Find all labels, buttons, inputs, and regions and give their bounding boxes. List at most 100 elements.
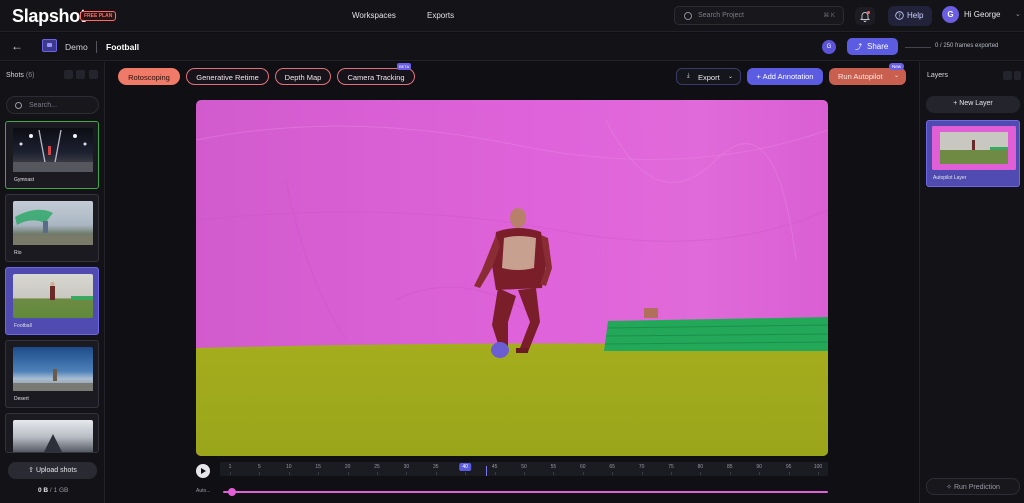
frame-tick: [347, 472, 349, 475]
nav-workspaces[interactable]: Workspaces: [352, 11, 396, 20]
search-placeholder: Search Project: [698, 12, 744, 19]
shot-item-rio[interactable]: Rio: [5, 194, 99, 262]
frame-tick-label: 85: [727, 464, 733, 470]
avatar: G: [942, 6, 959, 23]
frame-tick-label: 45: [491, 464, 498, 470]
play-button[interactable]: [196, 464, 210, 478]
frame-tick-label: 5: [258, 464, 261, 470]
frame-tick: [671, 472, 672, 475]
frame-tick: [788, 472, 790, 475]
frame-tick: [377, 472, 378, 475]
chevron-down-icon: ⌄: [1015, 11, 1021, 18]
football-scene: [50, 282, 93, 300]
new-badge: New: [889, 63, 905, 70]
upload-icon: ⇪: [28, 467, 35, 474]
frame-tick-label: 95: [785, 464, 792, 470]
shot-thumbnail: [13, 128, 93, 172]
track-label: Auto...: [196, 488, 211, 494]
help-label: Help: [907, 11, 924, 20]
frame-tick: [641, 472, 643, 475]
tab-depth-map[interactable]: Depth Map: [275, 68, 331, 85]
search-icon: [684, 12, 692, 20]
frame-tick: [230, 472, 231, 475]
shots-search-input[interactable]: Search...: [6, 96, 99, 114]
rio-scene: [13, 209, 93, 245]
breadcrumb-project[interactable]: Demo: [65, 42, 88, 52]
frame-tick: [259, 472, 261, 475]
layers-title: Layers: [927, 72, 949, 79]
help-button[interactable]: ? Help: [888, 6, 932, 26]
plan-badge: FREE PLAN: [80, 11, 117, 21]
frame-tick: [318, 472, 320, 475]
notifications-button[interactable]: [855, 7, 875, 25]
tab-camera-tracking[interactable]: Camera Tracking: [337, 68, 415, 85]
track-handle[interactable]: [228, 488, 236, 496]
storage-total: / 1 GB: [48, 487, 69, 494]
grid-view-icon[interactable]: [76, 70, 85, 79]
sparkle-icon: ✧: [946, 484, 952, 491]
frame-tick-label: 15: [315, 464, 321, 470]
shot-item-desert[interactable]: Desert: [5, 340, 99, 408]
tab-rotoscoping[interactable]: Rotoscoping: [118, 68, 180, 85]
nav-exports[interactable]: Exports: [427, 11, 454, 20]
shot-item-football[interactable]: Football: [5, 267, 99, 335]
folder-icon: [42, 39, 57, 52]
share-label: Share: [867, 42, 889, 51]
layers-panel: Layers + New Layer Autopilot Layer ✧ Run…: [919, 62, 1024, 503]
grid-view-icon[interactable]: [1014, 71, 1021, 80]
bell-icon: [859, 12, 871, 23]
back-arrow-icon[interactable]: ←: [11, 39, 23, 53]
video-viewer[interactable]: [196, 100, 828, 456]
shot-thumbnail: [13, 347, 93, 391]
list-view-icon[interactable]: [1003, 71, 1012, 80]
frame-tick-label: 10: [286, 464, 292, 470]
frame-tick-label: 55: [550, 464, 557, 470]
frame-tick: [465, 472, 467, 475]
project-bar: ← Demo Football G ⤴ Share 0 / 250 frames…: [0, 33, 1024, 61]
upload-label: Upload shots: [35, 467, 77, 474]
storage-used: 0 B: [38, 487, 49, 494]
layer-item[interactable]: Autopilot Layer: [926, 120, 1020, 187]
new-layer-button[interactable]: + New Layer: [926, 96, 1020, 113]
frame-tick-label: 40: [459, 463, 471, 471]
beta-badge: BETA: [397, 63, 412, 70]
chevron-down-icon: ⌄: [727, 74, 733, 80]
export-button[interactable]: ⤓ Export ⌄: [676, 68, 741, 85]
frame-tick-label: 1: [228, 464, 232, 470]
frames-exported: 0 / 250 frames exported: [935, 43, 999, 49]
layer-preview: [932, 126, 1016, 170]
shot-label: Rio: [14, 250, 22, 256]
app-logo[interactable]: Slapshot: [12, 6, 86, 27]
run-autopilot-button[interactable]: Run Autopilot ⌄: [829, 68, 906, 85]
add-annotation-button[interactable]: + Add Annotation: [747, 68, 823, 85]
frame-ruler[interactable]: 1 5 10 15 20 25 30 35 40 45 50 55 60 65 70 75 80 85 90 95 10…: [220, 462, 828, 476]
collaborator-avatar: G: [822, 40, 836, 54]
shot-item-gymnast[interactable]: Gymnast: [5, 121, 99, 189]
frame-tick: [612, 472, 614, 475]
tab-generative-retime[interactable]: Generative Retime: [186, 68, 269, 85]
search-input[interactable]: Search Project ⌘ K: [674, 6, 844, 25]
frame-tick-label: 60: [580, 464, 586, 470]
search-shortcut: ⌘ K: [823, 13, 835, 19]
help-icon: ?: [895, 11, 904, 20]
upload-shots-button[interactable]: ⇪ Upload shots: [8, 462, 97, 479]
list-view-icon[interactable]: [64, 70, 73, 79]
run-prediction-button[interactable]: ✧ Run Prediction: [926, 478, 1020, 495]
share-button[interactable]: ⤴ Share: [847, 38, 898, 55]
frame-tick: [759, 472, 761, 475]
shot-item-road[interactable]: [5, 413, 99, 453]
frame-tick-label: 35: [433, 464, 439, 470]
shot-label: Football: [14, 323, 32, 329]
frame-tick: [582, 472, 584, 475]
frame-tick-label: 70: [638, 464, 645, 470]
annotation-track[interactable]: [223, 491, 828, 493]
frame-tick: [288, 472, 290, 475]
frame-tick-label: 50: [521, 464, 527, 470]
ground-mask: [196, 343, 828, 456]
shots-search-placeholder: Search...: [29, 102, 58, 109]
frame-tick-label: 80: [697, 464, 704, 470]
run-autopilot-label: Run Autopilot: [838, 72, 883, 81]
frame-tick: [494, 472, 496, 475]
timeline: 1 5 10 15 20 25 30 35 40 45 50 55 60 65 70 75 80 85 90 95 10…: [196, 462, 828, 503]
sort-icon[interactable]: [89, 70, 98, 79]
